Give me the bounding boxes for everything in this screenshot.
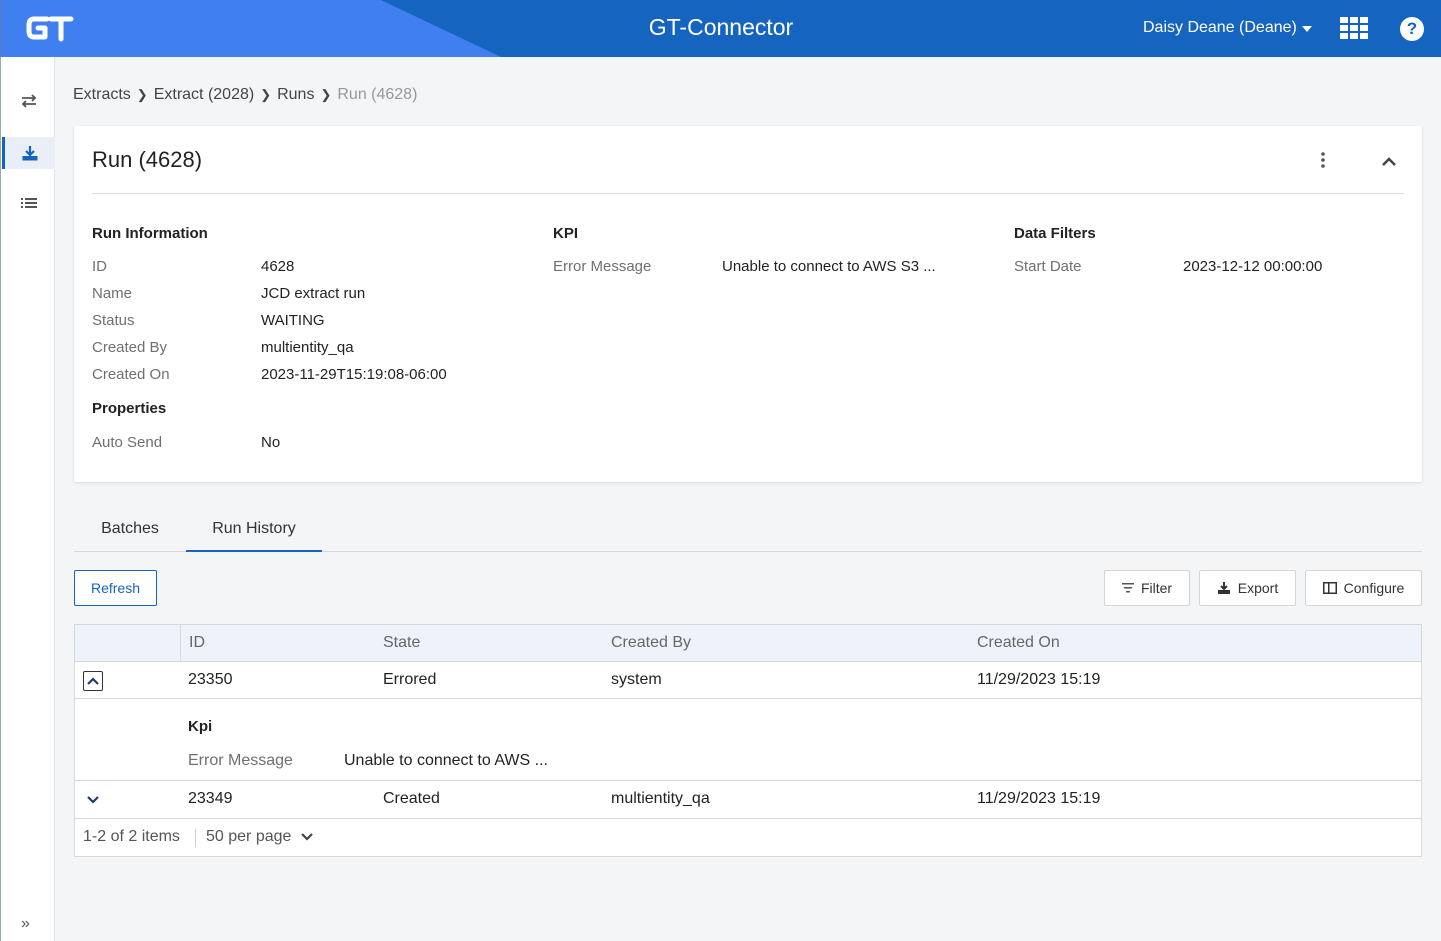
- user-menu[interactable]: Daisy Deane (Deane): [1143, 19, 1312, 37]
- detail-heading: Kpi: [188, 718, 213, 735]
- chevron-right-icon: ❯: [320, 87, 332, 102]
- field-label: Created On: [92, 366, 170, 383]
- pager: 1-2 of 2 items 50 per page: [75, 819, 1421, 857]
- cell-id: 23349: [188, 790, 233, 807]
- field-value: 2023-11-29T15:19:08-06:00: [261, 366, 447, 383]
- divider: [195, 829, 196, 847]
- breadcrumb-extracts[interactable]: Extracts: [73, 86, 131, 104]
- caret-down-icon: [1301, 26, 1312, 32]
- pager-summary: 1-2 of 2 items: [83, 828, 180, 845]
- field-label: Auto Send: [92, 434, 163, 451]
- chevron-up-icon[interactable]: [1378, 150, 1400, 172]
- data-filters-heading: Data Filters: [1014, 225, 1096, 242]
- field-label: Created By: [92, 339, 168, 356]
- filter-button[interactable]: Filter: [1104, 570, 1190, 606]
- cell-state: Created: [383, 790, 440, 807]
- chevron-right-icon: ❯: [136, 87, 148, 102]
- field-label: Name: [92, 285, 133, 302]
- page-title: Run (4628): [92, 147, 203, 172]
- field-value: 4628: [261, 258, 295, 275]
- export-button[interactable]: Export: [1199, 570, 1296, 606]
- export-label: Export: [1237, 580, 1279, 596]
- configure-button[interactable]: Configure: [1305, 570, 1422, 606]
- expand-sidebar-icon[interactable]: »: [21, 915, 30, 933]
- chevron-down-icon: [301, 833, 314, 841]
- tab-strip: Batches Run History: [74, 510, 1422, 552]
- cell-created-by: system: [611, 671, 662, 688]
- app-header: GT-Connector Daisy Deane (Deane) ?: [0, 0, 1441, 57]
- swap-arrows-icon: [21, 94, 36, 108]
- cell-id: 23350: [188, 671, 233, 688]
- chevron-right-icon: ❯: [260, 87, 272, 102]
- download-icon: [22, 146, 38, 161]
- help-icon[interactable]: ?: [1400, 17, 1424, 41]
- refresh-button[interactable]: Refresh: [74, 570, 157, 606]
- page-size-value: 50 per page: [206, 828, 292, 845]
- column-header-created-by[interactable]: Created By: [611, 634, 691, 652]
- cell-created-on: 11/29/2023 15:19: [977, 790, 1101, 807]
- more-options-icon[interactable]: [1317, 151, 1329, 169]
- field-value: multientity_qa: [261, 339, 354, 356]
- column-header-state[interactable]: State: [383, 634, 420, 652]
- detail-label: Error Message: [188, 752, 293, 769]
- detail-value: Unable to connect to AWS ...: [344, 752, 548, 769]
- tab-batches[interactable]: Batches: [74, 510, 186, 552]
- properties-heading: Properties: [92, 400, 167, 417]
- field-value: Unable to connect to AWS S3 ...: [722, 258, 936, 275]
- breadcrumb-runs[interactable]: Runs: [277, 86, 314, 104]
- divider: [92, 193, 1404, 194]
- breadcrumb-current: Run (4628): [337, 86, 418, 103]
- field-value: WAITING: [261, 312, 325, 329]
- field-value: No: [261, 434, 281, 451]
- table-row[interactable]: 23350 Errored system 11/29/2023 15:19: [75, 662, 1421, 699]
- sidebar-item-transfers[interactable]: [2, 85, 55, 117]
- field-value: JCD extract run: [261, 285, 366, 302]
- column-header-id[interactable]: ID: [189, 634, 205, 652]
- sidebar: »: [0, 57, 55, 941]
- run-details-card: Run (4628) Run Information ID 4628 Name …: [74, 126, 1422, 482]
- cell-created-on: 11/29/2023 15:19: [977, 671, 1101, 688]
- cell-state: Errored: [383, 671, 437, 688]
- filter-icon: [1121, 583, 1134, 593]
- run-information-heading: Run Information: [92, 225, 208, 242]
- export-download-icon: [1217, 582, 1230, 594]
- field-label: Start Date: [1014, 258, 1082, 275]
- field-label: ID: [92, 258, 107, 275]
- row-detail: Kpi Error Message Unable to connect to A…: [75, 699, 1421, 781]
- columns-icon: [1322, 582, 1337, 594]
- list-icon: [20, 198, 37, 208]
- collapse-row-icon[interactable]: [83, 671, 103, 691]
- kpi-heading: KPI: [553, 225, 579, 242]
- cell-created-by: multientity_qa: [611, 790, 710, 807]
- sidebar-item-extracts[interactable]: [2, 137, 55, 169]
- expand-row-icon[interactable]: [83, 790, 103, 810]
- column-header-created-on[interactable]: Created On: [977, 634, 1060, 652]
- field-label: Error Message: [553, 258, 652, 275]
- filter-label: Filter: [1140, 580, 1173, 596]
- page-size-select[interactable]: 50 per page: [206, 828, 314, 846]
- grid-header: ID State Created By Created On: [75, 625, 1421, 662]
- run-history-grid: ID State Created By Created On 23350 Err…: [74, 624, 1422, 857]
- column-separator: [180, 625, 181, 662]
- user-name: Daisy Deane (Deane): [1143, 19, 1297, 36]
- tab-run-history[interactable]: Run History: [186, 510, 322, 552]
- configure-label: Configure: [1343, 580, 1405, 596]
- table-row[interactable]: 23349 Created multientity_qa 11/29/2023 …: [75, 781, 1421, 819]
- field-label: Status: [92, 312, 135, 329]
- breadcrumb: Extracts ❯ Extract (2028) ❯ Runs ❯ Run (…: [73, 86, 417, 104]
- apps-grid-icon[interactable]: [1340, 17, 1368, 39]
- field-value: 2023-12-12 00:00:00: [1183, 258, 1323, 275]
- sidebar-item-list[interactable]: [2, 188, 55, 220]
- breadcrumb-extract[interactable]: Extract (2028): [154, 86, 254, 104]
